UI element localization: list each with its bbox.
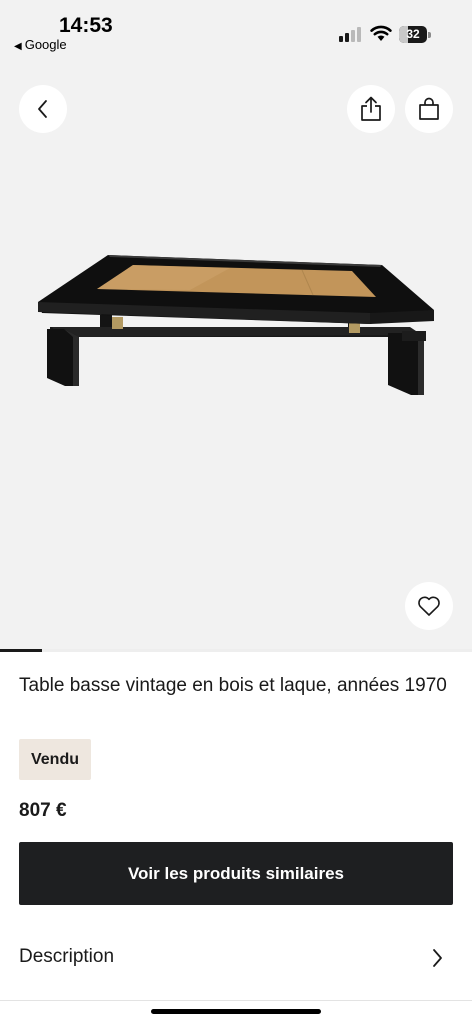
wifi-icon (370, 25, 392, 41)
back-button[interactable] (19, 85, 67, 133)
shopping-bag-icon (419, 97, 439, 120)
share-button[interactable] (347, 85, 395, 133)
status-time: 14:53 (59, 14, 113, 37)
section-divider (0, 1000, 472, 1001)
home-indicator[interactable] (151, 1009, 321, 1014)
heart-icon (418, 596, 440, 616)
battery-icon: 32 (399, 26, 427, 43)
battery-percentage: 32 (406, 27, 420, 41)
similar-products-button[interactable]: Voir les produits similaires (19, 842, 453, 905)
cellular-signal-icon (339, 27, 363, 42)
description-label: Description (19, 946, 115, 967)
status-bar: 14:53 ◀ Google 32 (0, 0, 472, 60)
chevron-left-icon (38, 100, 47, 118)
product-image (38, 255, 434, 395)
share-icon (361, 96, 381, 121)
back-to-app-link[interactable]: ◀ Google (14, 37, 67, 52)
product-price: 807 € (19, 800, 67, 821)
gallery-progress-track (0, 649, 472, 652)
gallery-progress-indicator (0, 649, 43, 652)
back-app-label: Google (24, 37, 67, 52)
product-gallery[interactable] (0, 60, 472, 649)
battery-tip (428, 32, 431, 38)
chevron-right-icon (433, 949, 442, 967)
shopping-bag-button[interactable] (405, 85, 453, 133)
product-title: Table basse vintage en bois et laque, an… (19, 675, 447, 696)
status-badge: Vendu (19, 739, 91, 780)
back-triangle-icon: ◀ (14, 41, 22, 52)
favorite-button[interactable] (405, 582, 453, 630)
description-row[interactable]: Description (0, 930, 472, 986)
